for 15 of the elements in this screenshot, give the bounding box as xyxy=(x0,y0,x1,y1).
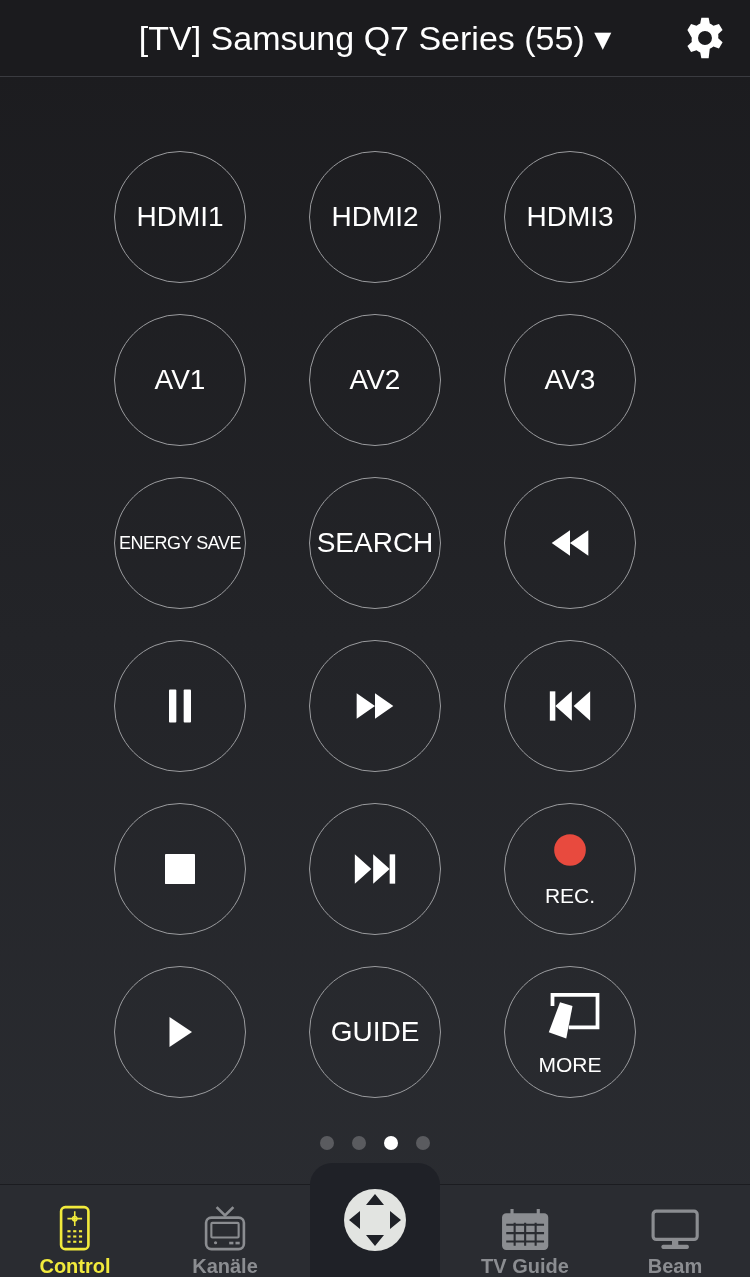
direction-pad-icon xyxy=(343,1188,407,1252)
page-dot[interactable] xyxy=(352,1136,366,1150)
page-dot[interactable] xyxy=(384,1136,398,1150)
calendar-icon xyxy=(500,1209,550,1251)
direction-pad-tab[interactable] xyxy=(310,1163,440,1277)
tab-item[interactable]: Beam xyxy=(600,1185,750,1277)
monitor-icon xyxy=(650,1209,700,1251)
device-selector[interactable]: [TV] Samsung Q7 Series (55) ▾ xyxy=(90,18,660,58)
tv-icon xyxy=(204,1204,246,1251)
page-dot[interactable] xyxy=(320,1136,334,1150)
tab-item[interactable]: Control xyxy=(0,1185,150,1277)
remote-icon xyxy=(59,1204,91,1251)
page-dot[interactable] xyxy=(416,1136,430,1150)
tab-item[interactable]: TV Guide xyxy=(450,1185,600,1277)
tab-item[interactable]: Kanäle xyxy=(150,1185,300,1277)
